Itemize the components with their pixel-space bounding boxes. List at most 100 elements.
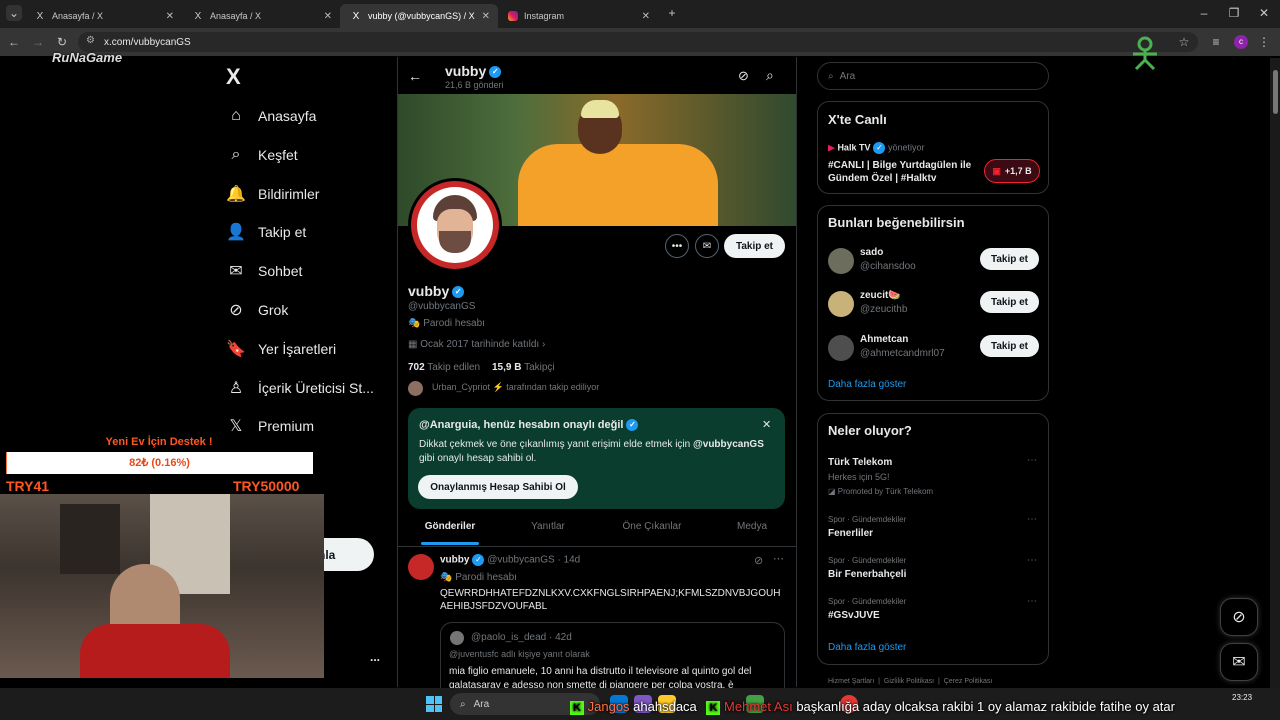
close-icon[interactable]: ✕ <box>642 11 650 22</box>
suggested-user-avatar[interactable] <box>828 291 854 317</box>
joined-date[interactable]: ▦ Ocak 2017 tarihinde katıldı › <box>408 339 545 350</box>
restore-icon[interactable]: ❐ <box>1226 5 1242 21</box>
browser-tab-3[interactable]: X vubby (@vubbycanGS) / X ✕ <box>340 4 498 28</box>
suggestions-more-link[interactable]: Daha fazla göster <box>828 379 906 390</box>
tab--ne-kanlar[interactable]: Öne Çıkanlar <box>602 521 702 532</box>
follow-button[interactable]: Takip et <box>980 248 1039 270</box>
browser-tab-4[interactable]: Instagram ✕ <box>498 4 658 28</box>
live-title: X'te Canlı <box>828 112 887 127</box>
trend-name[interactable]: Türk Telekom <box>828 457 892 468</box>
suggestions-card: Bunları beğenebilirsin sado @cihansdoo Tak… <box>817 205 1049 401</box>
x-icon: X <box>194 10 202 22</box>
sidebar-item-sohbet[interactable]: ✉ Sohbet <box>226 256 302 286</box>
post-text: QEWRRDHHATEFDZNLKXV.CXKFNGLSIRHPAENJ;KFM… <box>440 588 781 612</box>
forward-icon[interactable]: → <box>30 34 46 50</box>
followers-stat[interactable]: 15,9 B Takipçi <box>492 362 555 373</box>
suggested-user-avatar[interactable] <box>828 335 854 361</box>
close-icon[interactable]: ✕ <box>762 418 771 431</box>
sidebar-item-label: Grok <box>258 302 289 318</box>
trend-name[interactable]: Bir Fenerbahçeli <box>828 569 906 580</box>
message-icon[interactable]: ✉ <box>695 234 719 258</box>
close-icon[interactable]: ✕ <box>324 11 332 22</box>
follow-button[interactable]: Takip et <box>724 234 785 258</box>
footer-link[interactable]: Hizmet Şartları <box>828 678 874 685</box>
follow-button[interactable]: Takip et <box>980 335 1039 357</box>
live-listeners-badge[interactable]: ▣ +1,7 B <box>984 159 1040 183</box>
trend-name[interactable]: #GSvJUVE <box>828 610 880 621</box>
follow-button[interactable]: Takip et <box>980 291 1039 313</box>
browser-tab-2[interactable]: X Anasayfa / X ✕ <box>182 4 340 28</box>
more-options-icon[interactable]: ••• <box>665 234 689 258</box>
sidebar-item-i-erik-reticisi-st-[interactable]: ♙ İçerik Üreticisi St... <box>226 373 374 403</box>
suggested-user-name[interactable]: zeucit🍉 <box>860 290 901 301</box>
profile-avatar[interactable]: c <box>1234 35 1248 49</box>
trends-title: Neler oluyor? <box>828 423 912 438</box>
ticker-user: Jangos <box>587 699 630 714</box>
messages-float-button[interactable]: ✉ <box>1220 643 1258 681</box>
back-icon[interactable]: ← <box>6 34 22 50</box>
sidebar-item-takip-et[interactable]: 👤 Takip et <box>226 217 306 247</box>
scrollbar-thumb[interactable] <box>1273 70 1278 114</box>
suggested-user-name[interactable]: sado <box>860 247 883 258</box>
x-logo[interactable]: X <box>226 64 241 90</box>
suggested-user-name[interactable]: Ahmetcan <box>860 334 908 345</box>
reload-icon[interactable]: ↻ <box>54 34 70 50</box>
tab-yan-tlar[interactable]: Yanıtlar <box>498 521 598 532</box>
search-icon: ⌕ <box>828 70 834 82</box>
suggested-user-avatar[interactable] <box>828 248 854 274</box>
sidebar-item-grok[interactable]: ⊘ Grok <box>226 295 288 325</box>
trend-name[interactable]: Fenerliler <box>828 528 873 539</box>
sidebar-item-ke-fet[interactable]: ⌕ Keşfet <box>226 140 298 170</box>
footer-link[interactable]: Çerez Politikası <box>944 678 993 685</box>
live-stream-title[interactable]: #CANLI | Bilge Yurtdagülen ile Gündem Öz… <box>828 159 978 185</box>
sidebar-item-anasayfa[interactable]: ⌂ Anasayfa <box>226 101 316 131</box>
post-parody-label: 🎭 Parodi hesabı <box>440 572 517 583</box>
trends-more-link[interactable]: Daha fazla göster <box>828 642 906 653</box>
chevron-right-icon: › <box>539 339 546 350</box>
tab-search-icon[interactable]: ⌄ <box>6 5 22 21</box>
post-avatar[interactable] <box>408 554 434 580</box>
address-bar[interactable]: ⚙ x.com/vubbycanGS <box>78 32 1198 52</box>
sidebar-item-label: İçerik Üreticisi St... <box>258 380 374 396</box>
bookmark-star-icon[interactable]: ☆ <box>1176 34 1192 50</box>
close-icon[interactable]: ✕ <box>482 11 490 22</box>
close-icon[interactable]: ✕ <box>166 11 174 22</box>
post-more-icon[interactable]: ⋯ <box>773 552 784 565</box>
back-arrow-icon[interactable]: ← <box>408 68 422 84</box>
footer-link[interactable]: Gizlilik Politikası <box>884 678 934 685</box>
sidebar-item-label: Yer İşaretleri <box>258 341 337 357</box>
more-icon[interactable]: ... <box>370 650 380 664</box>
tab-medya[interactable]: Medya <box>702 521 802 532</box>
menu-icon[interactable]: ⋮ <box>1256 34 1272 50</box>
grok-float-button[interactable]: ⊘ <box>1220 598 1258 636</box>
tab-g-nderiler[interactable]: Gönderiler <box>400 521 500 532</box>
following-stat[interactable]: 702 Takip edilen <box>408 362 480 373</box>
site-info-icon[interactable]: ⚙ <box>86 35 95 46</box>
window-close-icon[interactable]: ✕ <box>1256 5 1272 21</box>
sidebar-item-yer-i-aretleri[interactable]: 🔖 Yer İşaretleri <box>226 334 336 364</box>
windows-start-icon[interactable] <box>426 696 442 712</box>
kick-icon: K <box>706 700 721 715</box>
minimize-icon[interactable]: – <box>1196 5 1212 21</box>
x-premium-icon: 𝕏 <box>229 418 243 435</box>
profile-avatar[interactable] <box>408 178 502 272</box>
ticker-user: Mehmet Ası <box>724 699 793 714</box>
trend-more-icon[interactable]: ⋯ <box>1027 514 1037 525</box>
grok-icon[interactable]: ⊘ <box>738 68 749 84</box>
quote-tweet[interactable]: @paolo_is_dead · 42d @juventusfc adlı ki… <box>440 622 785 688</box>
media-control-icon[interactable]: ≡ <box>1208 34 1224 50</box>
browser-tab-1[interactable]: X Anasayfa / X ✕ <box>24 4 182 28</box>
trend-more-icon[interactable]: ⋯ <box>1027 596 1037 607</box>
scrollbar[interactable] <box>1270 58 1280 688</box>
trend-more-icon[interactable]: ⋯ <box>1027 555 1037 566</box>
grok-post-icon[interactable]: ⊘ <box>754 554 763 567</box>
search-input[interactable]: ⌕ Ara <box>817 62 1049 90</box>
sidebar-item-bildirimler[interactable]: 🔔 Bildirimler <box>226 179 319 209</box>
sidebar-item-label: Bildirimler <box>258 186 320 202</box>
new-tab-icon[interactable]: + <box>664 5 680 21</box>
bell-icon: 🔔 <box>226 186 246 203</box>
trend-more-icon[interactable]: ⋯ <box>1027 455 1037 466</box>
search-icon[interactable]: ⌕ <box>766 67 774 84</box>
trends-card: Neler oluyor? Türk Telekom Herkes için 5… <box>817 413 1049 665</box>
get-verified-button[interactable]: Onaylanmış Hesap Sahibi Ol <box>418 475 578 499</box>
